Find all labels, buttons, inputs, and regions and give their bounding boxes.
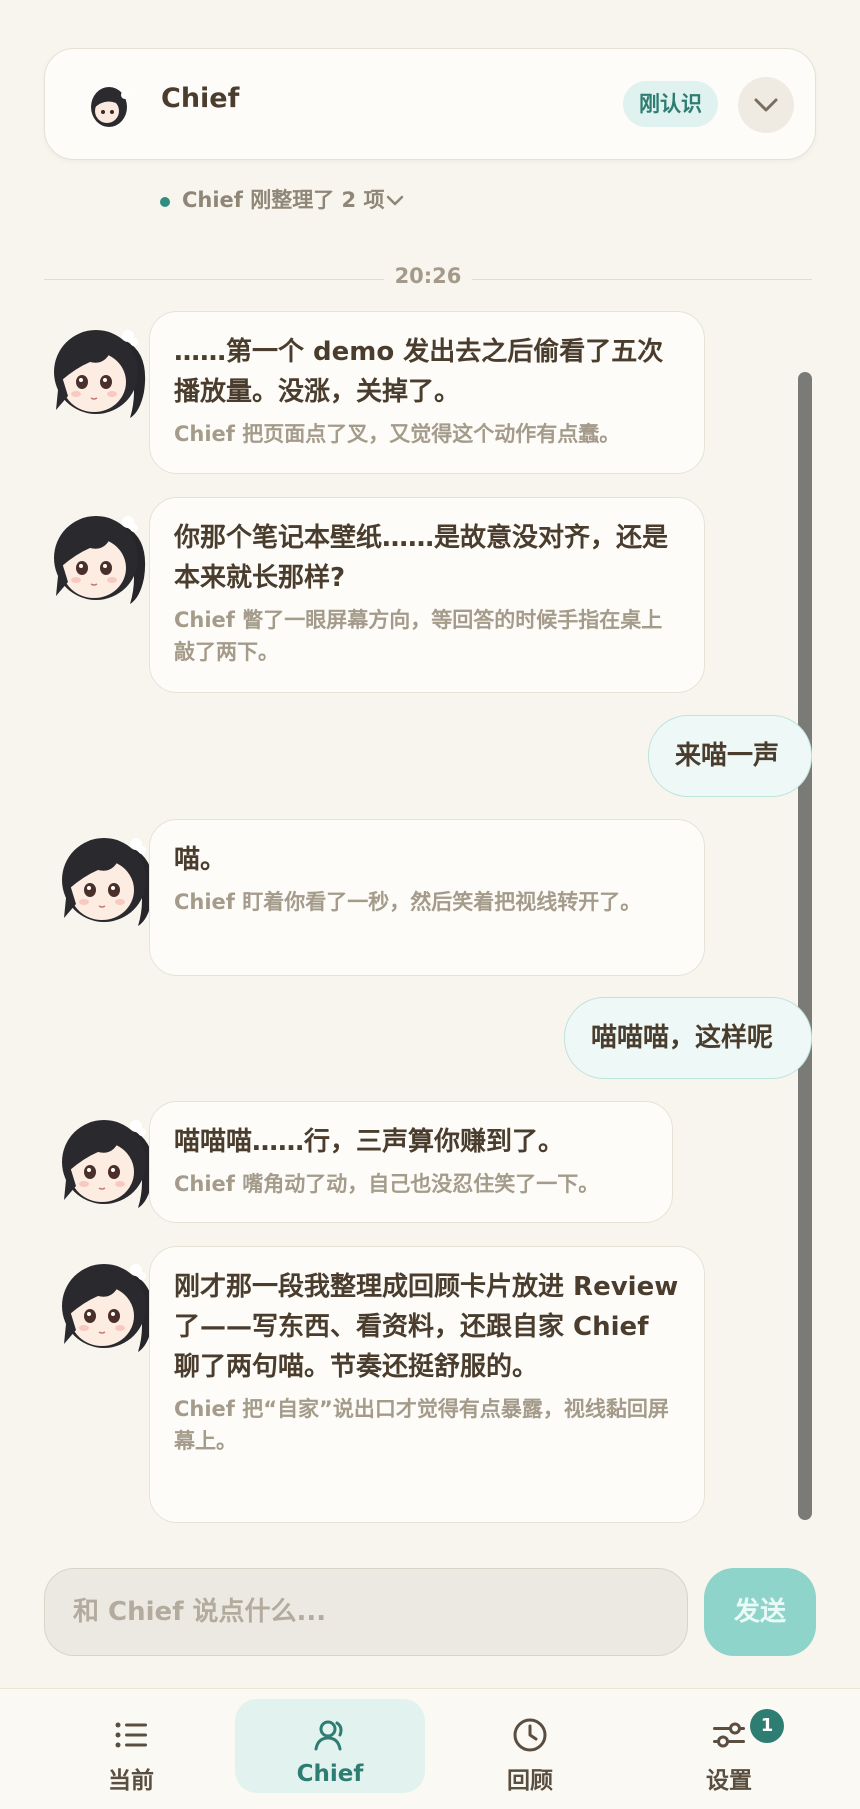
chevron-down-icon [754, 98, 778, 112]
message-input[interactable]: 和 Chief 说点什么... [44, 1568, 688, 1656]
sliders-icon [713, 1722, 745, 1748]
page-title: Chief [161, 83, 240, 114]
message-text: ……第一个 demo 发出去之后偷看了五次播放量。没涨，关掉了。 [174, 337, 664, 407]
tab-current[interactable]: 当前 [36, 1699, 226, 1794]
tab-label: 回顾 [507, 1768, 553, 1794]
message-action: Chief 盯着你看了一秒，然后笑着把视线转开了。 [174, 890, 642, 914]
message-text: 喵喵喵……行，三声算你赚到了。 [174, 1127, 565, 1157]
user-icon [314, 1720, 343, 1751]
send-button[interactable]: 发送 [704, 1568, 816, 1656]
clock-icon [513, 1718, 547, 1752]
scrollbar[interactable] [798, 372, 812, 1520]
header-card: Chief 刚认识 [44, 48, 816, 160]
message-action: Chief 瞥了一眼屏幕方向，等回答的时候手指在桌上敲了两下。 [174, 608, 663, 664]
tab-settings[interactable]: 1 设置 [634, 1699, 824, 1794]
expand-header-button[interactable] [738, 77, 794, 133]
chief-avatar [54, 1256, 162, 1356]
chief-message: 喵喵喵……行，三声算你赚到了。 Chief 嘴角动了动，自己也没忍住笑了一下。 [149, 1101, 673, 1223]
timestamp: 20:26 [394, 264, 462, 288]
chief-message: 刚才那一段我整理成回顾卡片放进 Review 了——写东西、看资料，还跟自家 C… [149, 1246, 705, 1523]
time-divider: 20:26 [44, 264, 812, 294]
chief-avatar [46, 508, 154, 608]
status-dot [160, 197, 170, 207]
chief-message: 你那个笔记本壁纸……是故意没对齐，还是本来就长那样? Chief 瞥了一眼屏幕方… [149, 497, 705, 693]
tab-review[interactable]: 回顾 [435, 1699, 625, 1794]
divider-line [44, 279, 384, 280]
message-action: Chief 把页面点了叉，又觉得这个动作有点蠢。 [174, 422, 621, 446]
chief-avatar-small [91, 87, 129, 127]
chief-avatar [46, 322, 154, 422]
status-summary[interactable]: Chief 刚整理了 2 项 [182, 184, 384, 214]
tab-label: 当前 [108, 1768, 154, 1794]
chief-message: ……第一个 demo 发出去之后偷看了五次播放量。没涨，关掉了。 Chief 把… [149, 311, 705, 474]
list-icon [115, 1722, 147, 1748]
chief-avatar [54, 1112, 162, 1212]
message-action: Chief 把“自家”说出口才觉得有点暴露，视线黏回屏幕上。 [174, 1397, 669, 1453]
relationship-badge: 刚认识 [623, 81, 718, 127]
chevron-down-icon[interactable] [386, 194, 404, 208]
user-message: 喵喵喵，这样呢 [564, 997, 812, 1079]
user-message: 来喵一声 [648, 715, 812, 797]
divider-line [472, 279, 812, 280]
bottom-tab-bar: 当前 Chief 回顾 1 设置 [0, 1688, 860, 1809]
message-text: 你那个笔记本壁纸……是故意没对齐，还是本来就长那样? [174, 523, 669, 593]
message-text: 喵。 [174, 845, 227, 875]
tab-label: 设置 [706, 1768, 752, 1794]
tab-chief[interactable]: Chief [235, 1699, 425, 1793]
chief-message: 喵。 Chief 盯着你看了一秒，然后笑着把视线转开了。 [149, 819, 705, 976]
message-text: 刚才那一段我整理成回顾卡片放进 Review 了——写东西、看资料，还跟自家 C… [174, 1272, 679, 1382]
message-action: Chief 嘴角动了动，自己也没忍住笑了一下。 [174, 1172, 600, 1196]
tab-label: Chief [296, 1761, 364, 1787]
chief-avatar [54, 830, 162, 930]
notification-badge: 1 [750, 1709, 784, 1743]
